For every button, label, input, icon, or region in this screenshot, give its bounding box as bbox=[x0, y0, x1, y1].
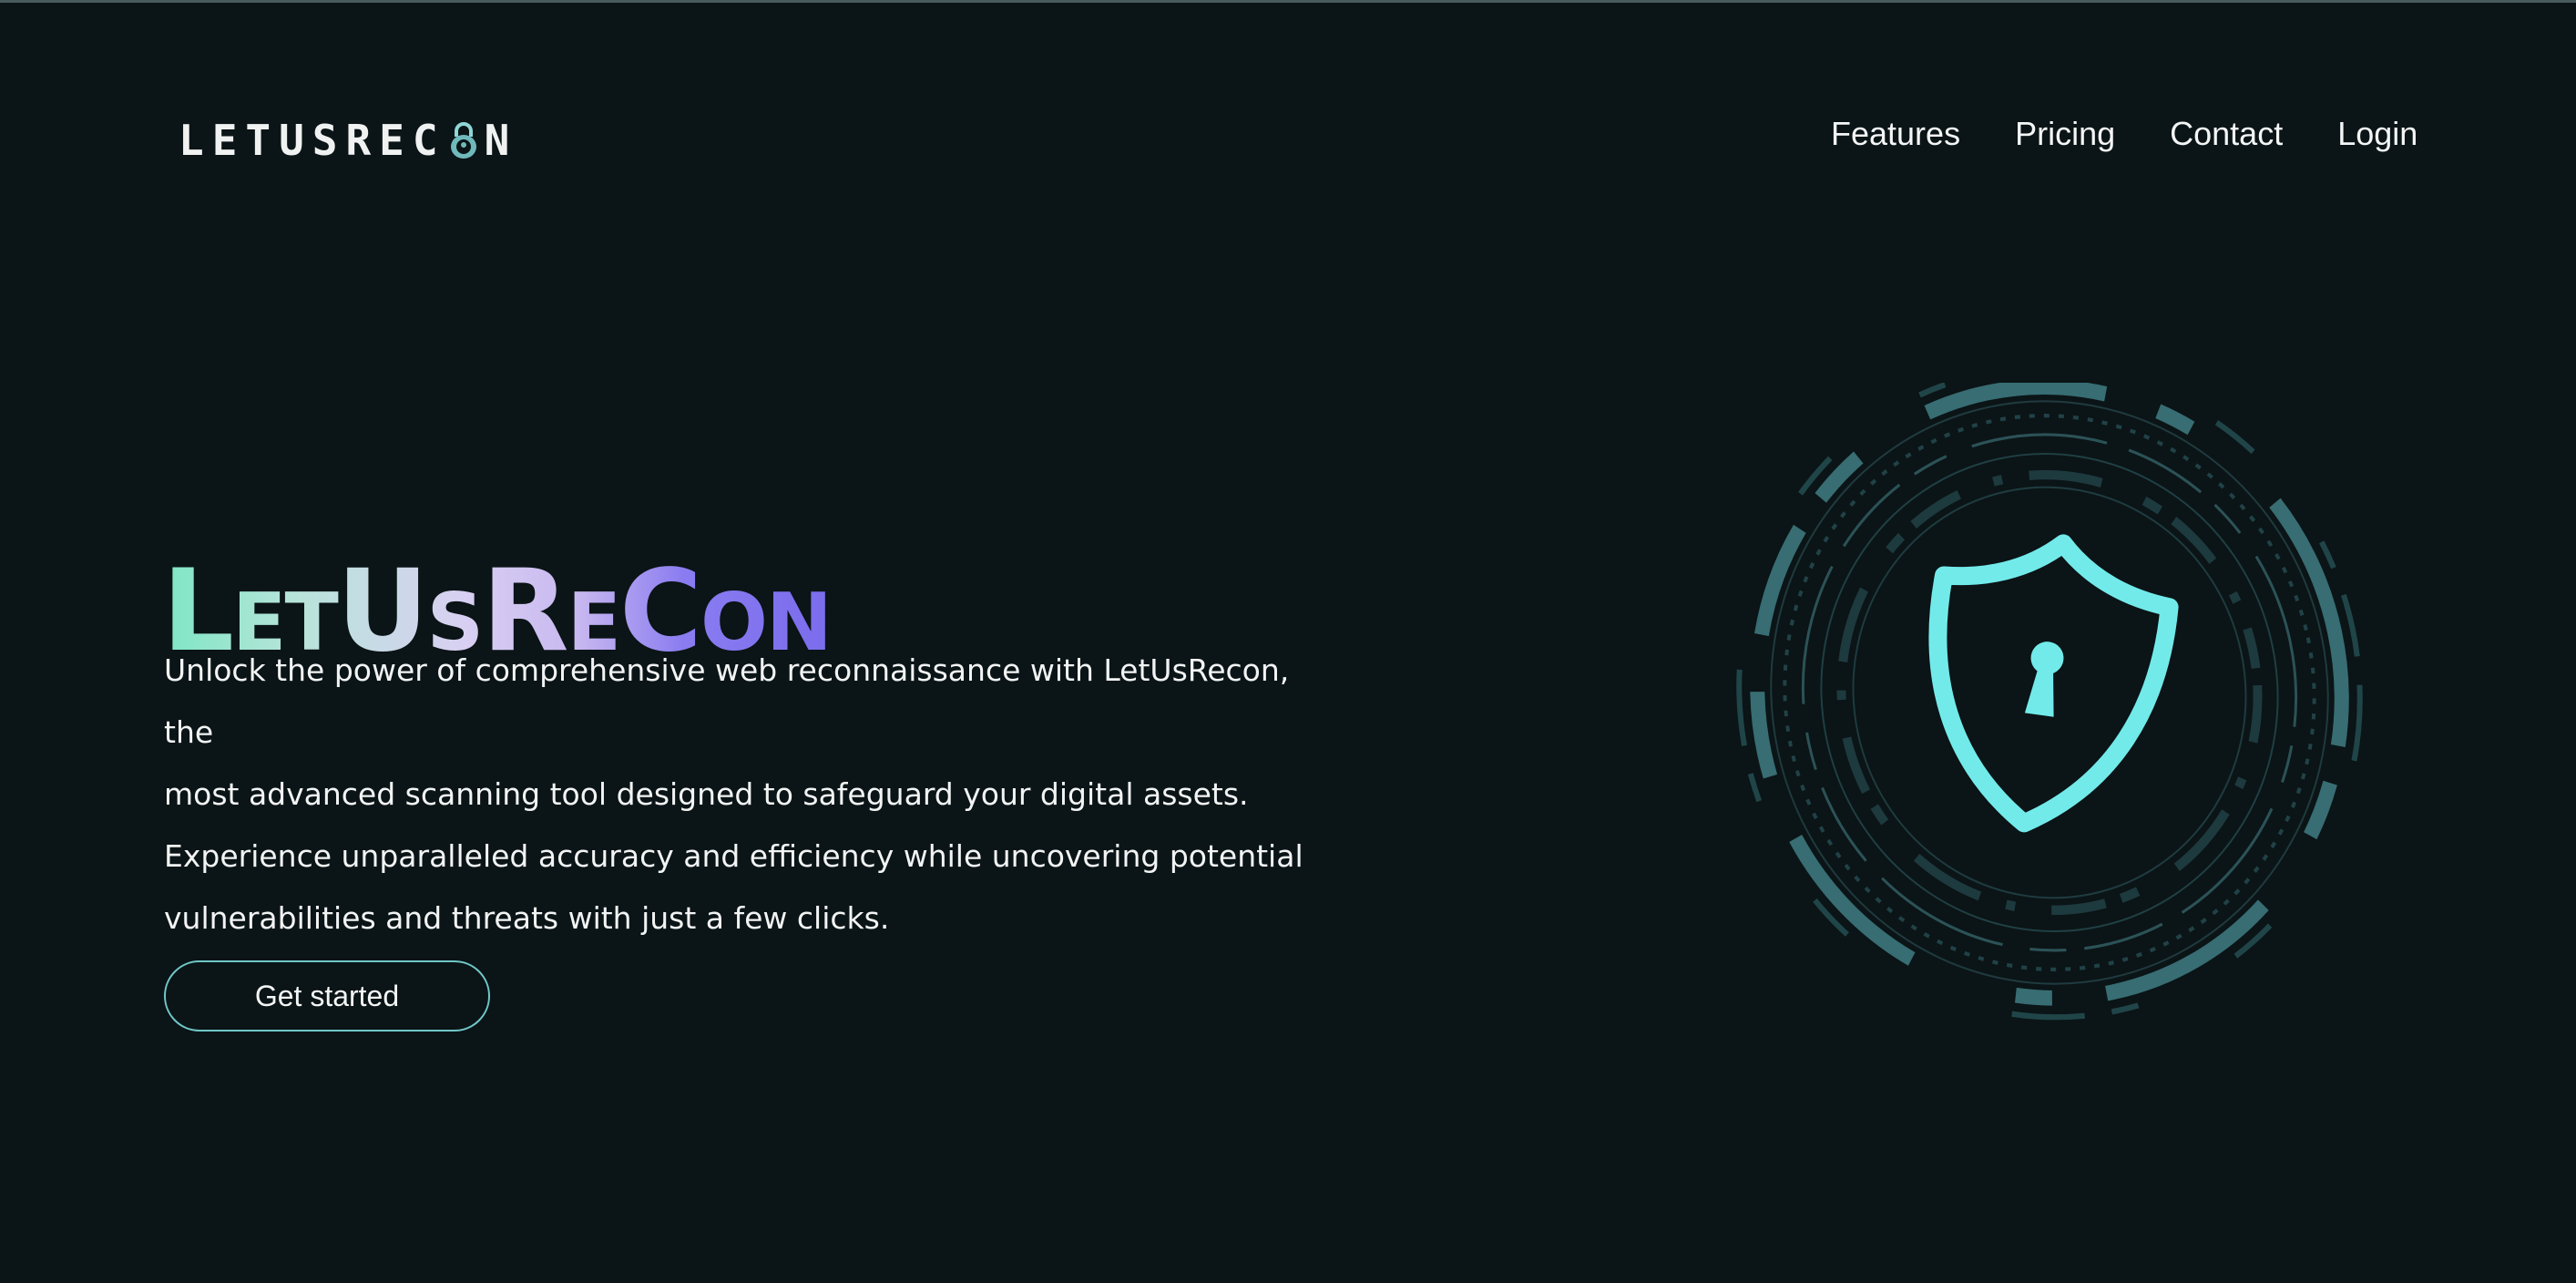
hero-description: Unlock the power of comprehensive web re… bbox=[164, 640, 1321, 949]
description-line: Unlock the power of comprehensive web re… bbox=[164, 652, 1290, 750]
logo-text-right: N bbox=[484, 116, 518, 165]
nav-pricing-link[interactable]: Pricing bbox=[2015, 115, 2115, 153]
main-nav: Features Pricing Contact Login bbox=[1831, 115, 2418, 153]
description-line: most advanced scanning tool designed to … bbox=[164, 776, 1249, 812]
nav-contact-link[interactable]: Contact bbox=[2170, 115, 2283, 153]
logo-text-left: LETUSREC bbox=[179, 116, 446, 165]
padlock-icon bbox=[450, 122, 476, 159]
nav-login-link[interactable]: Login bbox=[2337, 115, 2418, 153]
top-border bbox=[0, 0, 2576, 3]
description-line: Experience unparalleled accuracy and eff… bbox=[164, 838, 1303, 874]
get-started-button[interactable]: Get started bbox=[164, 960, 490, 1032]
nav-features-link[interactable]: Features bbox=[1831, 115, 1960, 153]
shield-keyhole-icon bbox=[1736, 383, 2363, 1021]
site-logo[interactable]: LETUSREC N bbox=[179, 116, 518, 165]
description-line: vulnerabilities and threats with just a … bbox=[164, 900, 890, 936]
